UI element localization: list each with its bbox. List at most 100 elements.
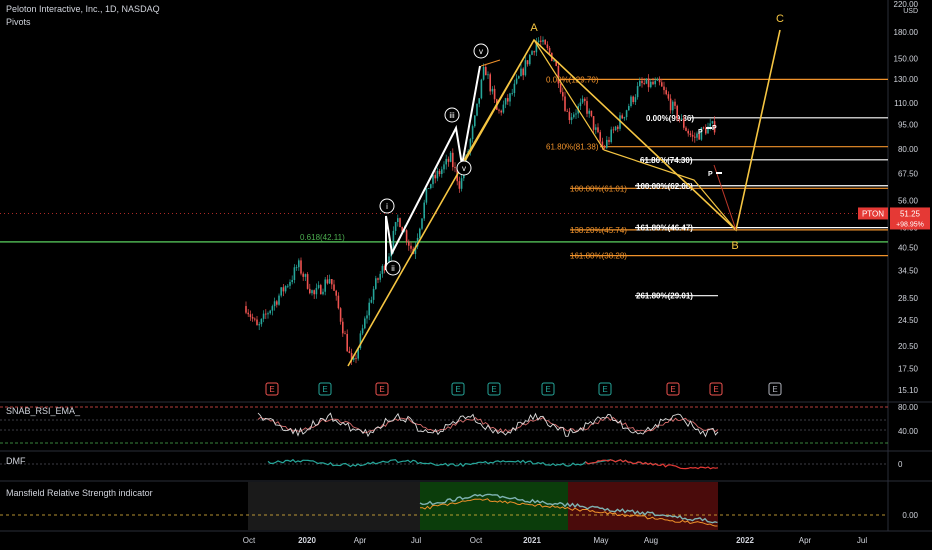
candle-body (452, 152, 454, 168)
time-axis-tick: Aug (644, 536, 658, 545)
candle-body (333, 284, 335, 291)
candle-body (672, 101, 674, 111)
earnings-marker-text: E (491, 385, 496, 394)
candle-body (328, 279, 331, 284)
candle-body (295, 267, 298, 269)
fib-level-label: 138.20%(45.74) (570, 226, 627, 235)
candle-body (489, 74, 491, 92)
candle-body (709, 123, 711, 127)
candle-body (324, 279, 326, 292)
candle-body (522, 68, 524, 76)
candle-body (531, 51, 533, 55)
candle-body (542, 39, 544, 42)
candle-body (669, 98, 672, 111)
candle-body (636, 86, 639, 98)
candle-body (423, 202, 425, 219)
candle-body (676, 105, 678, 120)
price-change-value: +98.95% (896, 221, 924, 228)
price-axis-tick: 20.50 (898, 342, 919, 351)
price-axis-tick: 28.50 (898, 294, 919, 303)
candle-body (344, 333, 346, 335)
price-axis-tick: 15.10 (898, 386, 919, 395)
candle-body (379, 273, 381, 280)
candle-body (667, 94, 670, 99)
candle-body (309, 288, 311, 294)
time-axis-tick: 2020 (298, 536, 316, 545)
earnings-marker-text: E (772, 385, 777, 394)
candles (245, 35, 716, 365)
candle-body (614, 126, 617, 131)
orange-guide-line (480, 59, 501, 67)
candle-body (592, 116, 595, 130)
candle-body (526, 60, 529, 65)
price-axis-tick: 17.50 (898, 365, 919, 374)
wave-label-c: C (776, 13, 784, 25)
wave-label-v-top-text: v (479, 47, 483, 56)
rsi-line (257, 412, 719, 438)
candle-body (623, 117, 626, 119)
candle-body (683, 118, 685, 128)
candle-body (621, 115, 623, 119)
candle-body (595, 127, 597, 130)
candle-body (654, 80, 656, 85)
candle-body (339, 308, 342, 322)
dmf-pane-label: DMF (6, 456, 26, 466)
candle-body (247, 312, 249, 315)
candle-body (656, 78, 659, 81)
fib-level-label: 261.80%(29.01) (636, 292, 693, 301)
chart-canvas[interactable]: 220.00180.00150.00130.00110.0095.0080.00… (0, 0, 932, 550)
pivot-label: P (698, 129, 703, 136)
candle-body (375, 278, 377, 289)
wave-label-i-text: i (386, 202, 388, 211)
candle-body (410, 245, 412, 249)
candle-body (568, 111, 571, 121)
candle-body (256, 319, 258, 326)
candle-body (608, 139, 610, 143)
time-axis-tick: Jul (411, 536, 421, 545)
candle-body (267, 313, 269, 315)
candle-body (652, 81, 654, 85)
candle-body (478, 98, 480, 104)
candle-body (487, 74, 489, 76)
mansfield-axis-tick: 0.00 (902, 511, 918, 520)
price-axis-tick: 150.00 (894, 54, 919, 63)
candle-body (364, 318, 366, 329)
candle-body (265, 313, 267, 315)
time-axis-tick: Apr (799, 536, 812, 545)
fib-level-label: 100.00%(61.01) (570, 184, 627, 193)
candle-body (685, 127, 687, 131)
candle-body (293, 267, 296, 280)
candle-body (441, 169, 443, 175)
candle-body (372, 288, 375, 300)
wave-label-b: B (731, 240, 738, 252)
candle-body (498, 109, 500, 111)
candle-body (570, 117, 573, 121)
candle-body (544, 39, 546, 45)
candle-body (634, 97, 637, 103)
price-axis-unit: USD (903, 8, 918, 15)
candle-body (540, 40, 542, 42)
candle-body (518, 76, 520, 79)
candle-body (317, 285, 320, 288)
candle-body (427, 188, 430, 189)
candle-body (421, 218, 423, 229)
candle-body (313, 290, 315, 295)
mansfield-bear-zone (568, 482, 718, 530)
candle-body (711, 121, 714, 124)
candle-body (320, 285, 322, 295)
candle-body (278, 295, 280, 305)
candle-body (625, 110, 628, 118)
candle-body (434, 174, 436, 179)
candle-body (471, 126, 474, 140)
rsi-axis-tick: 40.00 (898, 427, 919, 436)
candle-body (474, 115, 476, 127)
candle-body (515, 78, 518, 84)
candle-body (366, 315, 368, 319)
candle-body (342, 321, 344, 334)
candle-body (370, 299, 373, 303)
candle-body (291, 279, 293, 283)
rsi-pane-label: SNAB_RSI_EMA_ (6, 406, 81, 416)
price-axis-tick: 80.00 (898, 145, 919, 154)
candle-body (597, 127, 599, 133)
candle-body (546, 44, 549, 48)
